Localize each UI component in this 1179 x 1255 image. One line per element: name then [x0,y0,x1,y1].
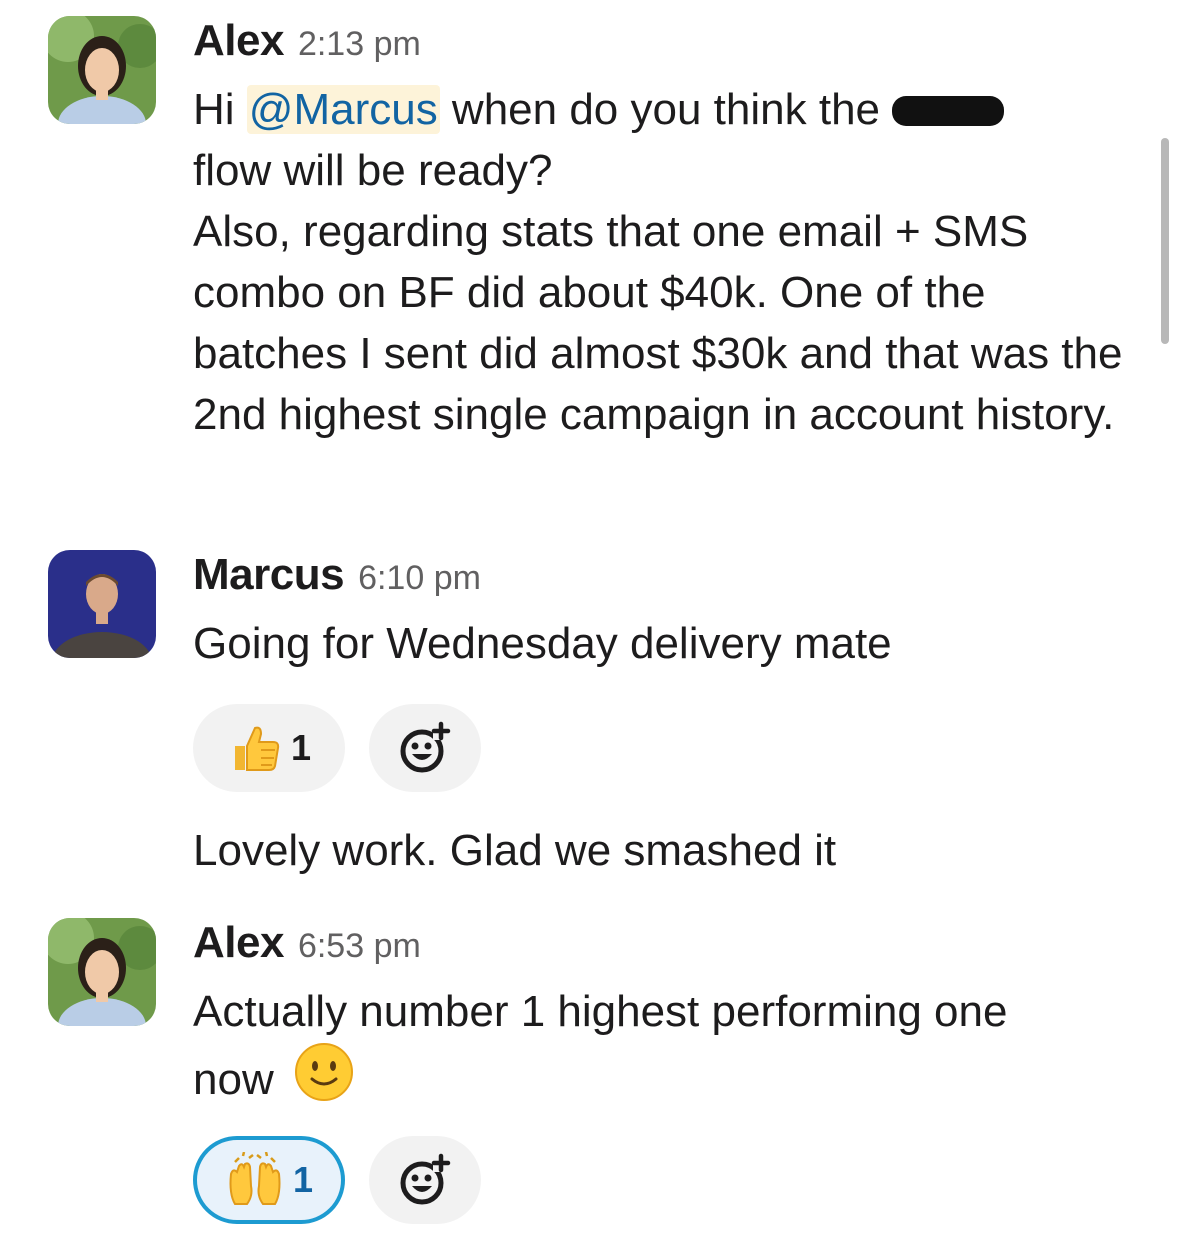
message-text: Actually number 1 highest performing one… [193,981,1053,1110]
message-text-part: flow will be ready? [193,146,553,195]
reaction-count: 1 [290,727,312,768]
redacted-word [892,96,1005,126]
message-text: Hi @Marcus when do you think the flow wi… [193,79,1133,445]
raised-hands-icon [229,1152,281,1205]
slightly-smiling-face-icon [294,1043,353,1101]
avatar-alex[interactable] [48,918,156,1026]
add-reaction-button[interactable] [369,1136,481,1224]
thumbs-up-icon [234,726,280,771]
message-header: Marcus 6:10 pm [193,550,1133,606]
author-name[interactable]: Marcus [193,550,345,600]
add-emoji-icon [400,721,451,773]
mention-marcus[interactable]: @Marcus [246,85,440,134]
scrollbar[interactable] [1161,138,1169,344]
message-text: Going for Wednesday delivery mate [193,619,892,668]
author-name[interactable]: Alex [193,16,284,66]
reaction-raised-hands[interactable]: 1 [193,1136,345,1224]
avatar-alex[interactable] [48,16,156,124]
reactions-row: 1 [193,1136,1133,1224]
timestamp[interactable]: 6:10 pm [358,559,481,598]
reaction-thumbs-up[interactable]: 1 [193,704,345,792]
timestamp[interactable]: 6:53 pm [298,927,421,966]
message-header: Alex 6:53 pm [193,918,1133,974]
message-text-part: when do you think the [439,85,893,134]
message-text-part: Also, regarding stats that one email + S… [193,207,1123,439]
message-text: Lovely work. Glad we smashed it [193,826,837,875]
add-emoji-icon [400,1153,451,1205]
author-name[interactable]: Alex [193,918,284,968]
reactions-row: 1 [193,704,1133,792]
reaction-count: 1 [292,1159,314,1200]
timestamp[interactable]: 2:13 pm [298,25,421,64]
add-reaction-button[interactable] [369,704,481,792]
message-text-part: Hi [193,85,247,134]
message-header: Alex 2:13 pm [193,16,1133,72]
avatar-marcus[interactable] [48,550,156,658]
